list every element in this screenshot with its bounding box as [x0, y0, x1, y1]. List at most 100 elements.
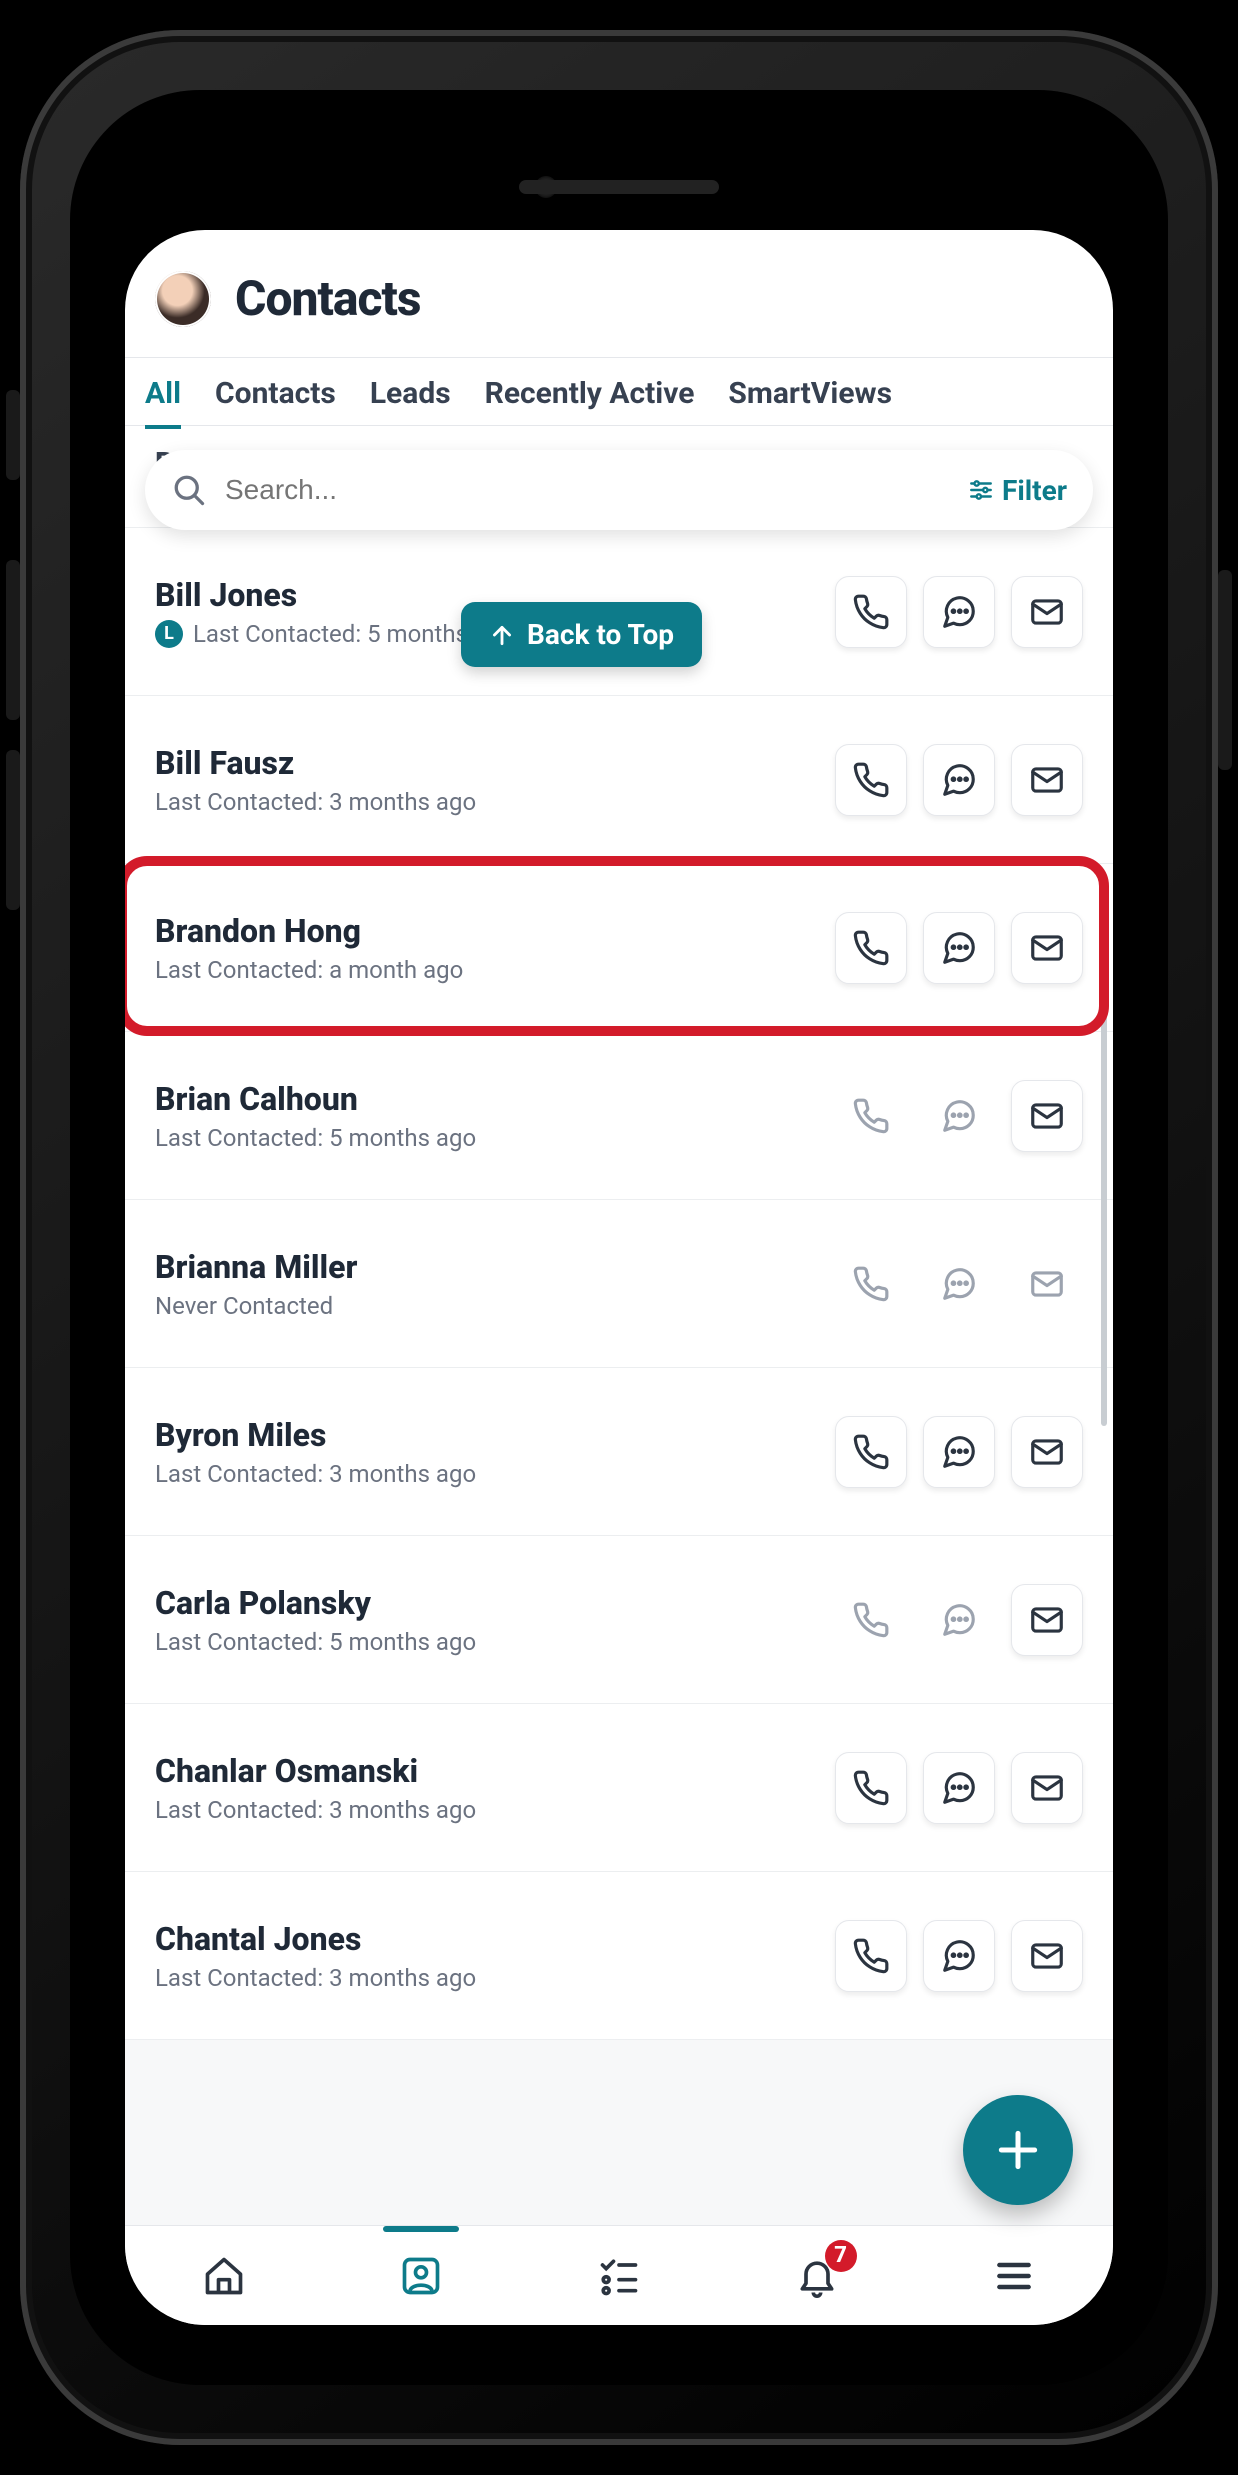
contact-name: Brian Calhoun — [155, 1080, 476, 1118]
contact-row[interactable]: Chantal Jones Last Contacted: 3 months ag… — [125, 1872, 1113, 2040]
phone-button[interactable] — [835, 912, 907, 984]
mail-button[interactable] — [1011, 1584, 1083, 1656]
contact-name: Bill Jones — [155, 576, 468, 614]
mail-button[interactable] — [1011, 1080, 1083, 1152]
phone-button[interactable] — [835, 1920, 907, 1992]
mail-button[interactable] — [1011, 912, 1083, 984]
side-button — [6, 560, 20, 720]
last-contacted-text: Last Contacted: 3 months ago — [155, 788, 476, 816]
chat-button[interactable] — [923, 1080, 995, 1152]
tab-all[interactable]: All — [145, 376, 181, 429]
side-button — [6, 390, 20, 480]
nav-tasks[interactable] — [593, 2250, 645, 2302]
last-contacted-text: Last Contacted: 5 months — [193, 620, 468, 648]
mail-icon — [1028, 1601, 1066, 1639]
nav-contacts[interactable] — [395, 2250, 447, 2302]
chat-button[interactable] — [923, 1920, 995, 1992]
add-contact-fab[interactable] — [963, 2095, 1073, 2205]
tab-smartviews[interactable]: SmartViews — [728, 376, 892, 425]
category-tabs: All Contacts Leads Recently Active SmartView… — [125, 358, 1113, 426]
chat-icon — [940, 593, 978, 631]
mail-button[interactable] — [1011, 1248, 1083, 1320]
search-bar: Filter — [145, 450, 1093, 530]
back-to-top-button[interactable]: Back to Top — [461, 602, 702, 667]
nav-menu[interactable] — [988, 2250, 1040, 2302]
chat-button[interactable] — [923, 1752, 995, 1824]
phone-button[interactable] — [835, 744, 907, 816]
phone-button[interactable] — [835, 1752, 907, 1824]
contact-name: Brianna Miller — [155, 1248, 357, 1286]
mail-button[interactable] — [1011, 1752, 1083, 1824]
filter-label: Filter — [1002, 474, 1067, 507]
phone-button[interactable] — [835, 1584, 907, 1656]
contact-name: Chanlar Osmanski — [155, 1752, 476, 1790]
contact-subtext: Last Contacted: 5 months ago — [155, 1124, 476, 1152]
mail-icon — [1028, 1937, 1066, 1975]
filter-button[interactable]: Filter — [968, 474, 1067, 507]
app-screen: Contacts All Contacts Leads Recently Active… — [125, 230, 1113, 2325]
contact-subtext: Last Contacted: a month ago — [155, 956, 463, 984]
phone-icon — [852, 1097, 890, 1135]
contact-row[interactable]: Brandon HongLast Contacted: a month ago — [125, 864, 1113, 1032]
phone-icon — [852, 1265, 890, 1303]
earpiece — [519, 180, 719, 194]
search-icon — [171, 472, 207, 508]
chat-icon — [940, 1433, 978, 1471]
chat-button[interactable] — [923, 1584, 995, 1656]
contact-row[interactable]: Brian Calhoun Last Contacted: 5 months ag… — [125, 1032, 1113, 1200]
bottom-nav: 7 — [125, 2225, 1113, 2325]
header: Contacts — [125, 230, 1113, 358]
contact-subtext: L Last Contacted: 5 months — [155, 620, 468, 648]
phone-icon — [852, 1433, 890, 1471]
tab-recently-active[interactable]: Recently Active — [485, 376, 695, 425]
mail-button[interactable] — [1011, 576, 1083, 648]
contacts-list[interactable]: Beth RavinLBill JonesLLast Contacted: 5 … — [125, 446, 1113, 2225]
contact-row[interactable]: Byron MilesLast Contacted: 3 months ago — [125, 1368, 1113, 1536]
chat-button[interactable] — [923, 1248, 995, 1320]
contact-name: Chantal Jones — [155, 1920, 476, 1958]
nav-notifications[interactable]: 7 — [791, 2250, 843, 2302]
contact-subtext: Last Contacted: 3 months ago — [155, 1460, 476, 1488]
phone-button[interactable] — [835, 576, 907, 648]
search-input[interactable] — [225, 474, 968, 506]
contact-row[interactable]: Bill FauszLast Contacted: 3 months ago — [125, 696, 1113, 864]
contact-subtext: Never Contacted — [155, 1292, 357, 1320]
contact-row[interactable]: Brianna Miller Never Contacted — [125, 1200, 1113, 1368]
scrollbar[interactable] — [1101, 946, 1107, 1426]
side-button — [1218, 570, 1232, 770]
mail-button[interactable] — [1011, 1416, 1083, 1488]
phone-icon — [852, 1769, 890, 1807]
chat-icon — [940, 1937, 978, 1975]
contact-subtext: Last Contacted: 3 months ago — [155, 1796, 476, 1824]
phone-icon — [852, 761, 890, 799]
contact-row[interactable]: Carla PolanskyLast Contacted: 5 months a… — [125, 1536, 1113, 1704]
side-button — [6, 750, 20, 910]
contact-row[interactable]: Chanlar Osmanski Last Contacted: 3 months… — [125, 1704, 1113, 1872]
last-contacted-text: Never Contacted — [155, 1292, 333, 1320]
last-contacted-text: Last Contacted: 3 months ago — [155, 1964, 476, 1992]
chat-icon — [940, 761, 978, 799]
phone-button[interactable] — [835, 1080, 907, 1152]
chat-button[interactable] — [923, 744, 995, 816]
chat-icon — [940, 1097, 978, 1135]
phone-button[interactable] — [835, 1248, 907, 1320]
mail-button[interactable] — [1011, 1920, 1083, 1992]
mail-button[interactable] — [1011, 744, 1083, 816]
chat-button[interactable] — [923, 576, 995, 648]
tab-contacts[interactable]: Contacts — [215, 376, 336, 425]
phone-button[interactable] — [835, 1416, 907, 1488]
chat-button[interactable] — [923, 912, 995, 984]
contact-subtext: Last Contacted: 5 months ago — [155, 1628, 476, 1656]
nav-home[interactable] — [198, 2250, 250, 2302]
mail-icon — [1028, 761, 1066, 799]
phone-icon — [852, 929, 890, 967]
profile-avatar[interactable] — [155, 271, 211, 327]
chat-icon — [940, 1265, 978, 1303]
tab-leads[interactable]: Leads — [370, 376, 451, 425]
mail-icon — [1028, 929, 1066, 967]
lead-badge-icon: L — [155, 620, 183, 648]
phone-icon — [852, 1601, 890, 1639]
chat-button[interactable] — [923, 1416, 995, 1488]
mail-icon — [1028, 593, 1066, 631]
notification-badge: 7 — [825, 2240, 857, 2272]
